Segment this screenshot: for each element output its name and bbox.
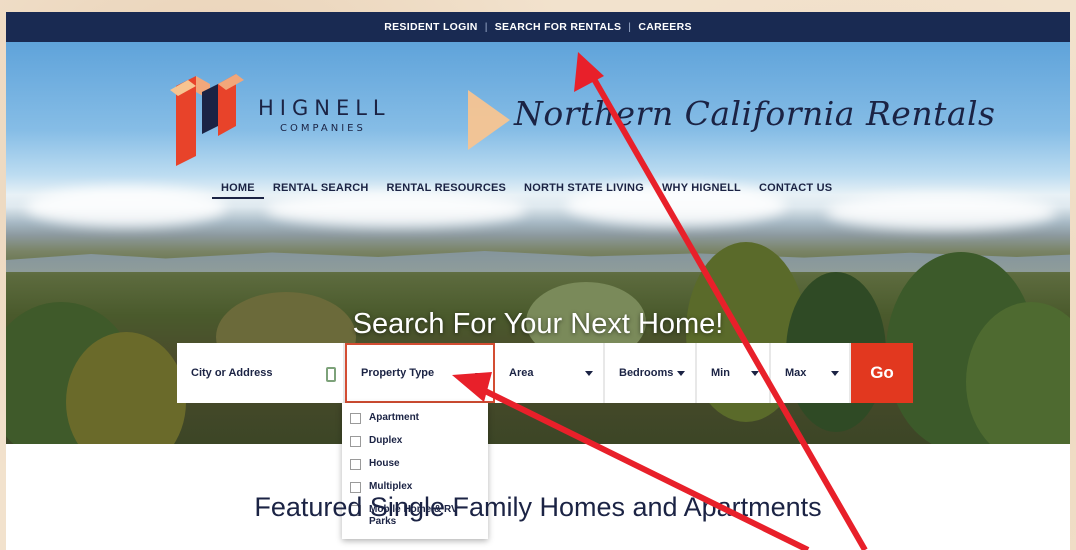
nav-contact-us[interactable]: CONTACT US xyxy=(750,182,841,199)
chevron-down-icon xyxy=(475,373,483,378)
featured-heading: Featured Single Family Homes and Apartme… xyxy=(254,492,822,522)
max-price-select[interactable]: Max xyxy=(771,343,851,403)
nav-home[interactable]: HOME xyxy=(212,182,264,199)
brand-name: HIGNELL xyxy=(258,96,391,120)
checkbox-icon[interactable] xyxy=(350,459,361,470)
min-label: Min xyxy=(711,367,730,379)
option-label: Apartment xyxy=(369,412,420,423)
nav-rental-resources[interactable]: RENTAL RESOURCES xyxy=(378,182,516,199)
option-apartment[interactable]: Apartment xyxy=(342,409,488,432)
area-label: Area xyxy=(509,367,534,379)
separator: | xyxy=(628,21,632,33)
separator: | xyxy=(484,21,488,33)
cloud xyxy=(826,194,1056,230)
area-select[interactable]: Area xyxy=(495,343,605,403)
option-label: Multiplex xyxy=(369,481,413,492)
option-duplex[interactable]: Duplex xyxy=(342,432,488,455)
mountains xyxy=(6,251,1070,272)
chevron-down-icon xyxy=(751,371,759,376)
checkbox-icon[interactable] xyxy=(350,413,361,424)
checkbox-icon[interactable] xyxy=(350,436,361,447)
location-icon[interactable] xyxy=(326,367,336,382)
chevron-down-icon xyxy=(831,371,839,376)
property-type-label: Property Type xyxy=(361,367,435,379)
utility-bar: RESIDENT LOGIN | SEARCH FOR RENTALS | CA… xyxy=(6,12,1070,42)
max-label: Max xyxy=(785,367,807,379)
resident-login-link[interactable]: RESIDENT LOGIN xyxy=(384,21,477,33)
city-address-input[interactable]: City or Address xyxy=(177,343,345,403)
hignell-logo-icon xyxy=(170,74,244,166)
min-price-select[interactable]: Min xyxy=(697,343,771,403)
brand-subtitle: COMPANIES xyxy=(280,123,366,134)
city-address-label: City or Address xyxy=(191,367,273,379)
hero-title: Search For Your Next Home! xyxy=(352,308,724,340)
tagline: Northern California Rentals xyxy=(514,94,996,133)
bedrooms-select[interactable]: Bedrooms xyxy=(605,343,697,403)
chevron-down-icon xyxy=(677,371,685,376)
nav-north-state-living[interactable]: NORTH STATE LIVING xyxy=(515,182,653,199)
option-label: House xyxy=(369,458,400,469)
careers-link[interactable]: CAREERS xyxy=(638,21,691,33)
search-for-rentals-link[interactable]: SEARCH FOR RENTALS xyxy=(495,21,622,33)
cloud xyxy=(26,187,226,227)
bedrooms-label: Bedrooms xyxy=(619,367,674,379)
hero-banner: HIGNELL COMPANIES Northern California Re… xyxy=(6,42,1070,444)
option-house[interactable]: House xyxy=(342,455,488,478)
main-nav: HOME RENTAL SEARCH RENTAL RESOURCES NORT… xyxy=(212,182,841,199)
search-bar: City or Address Property Type Area Bedro… xyxy=(177,343,913,403)
go-button[interactable]: Go xyxy=(851,343,913,403)
chevron-down-icon xyxy=(585,371,593,376)
property-type-select[interactable]: Property Type xyxy=(345,343,495,403)
nav-rental-search[interactable]: RENTAL SEARCH xyxy=(264,182,378,199)
nav-why-hignell[interactable]: WHY HIGNELL xyxy=(653,182,750,199)
option-label: Duplex xyxy=(369,435,403,446)
play-icon xyxy=(468,90,510,150)
browser-page: RESIDENT LOGIN | SEARCH FOR RENTALS | CA… xyxy=(6,12,1070,550)
